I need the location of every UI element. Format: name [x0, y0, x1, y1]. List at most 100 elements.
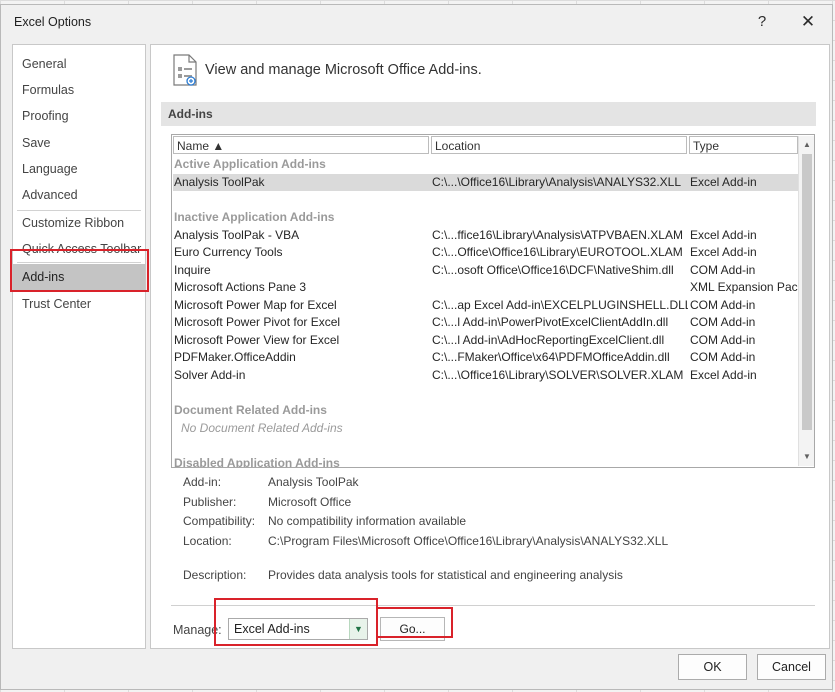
scroll-down-arrow-icon[interactable]: ▼ — [799, 449, 814, 465]
row-name: Microsoft Actions Pane 3 — [174, 280, 307, 294]
nav-item-save[interactable]: Save — [13, 130, 145, 156]
row-location: C:\...l Add-in\AdHocReportingExcelClient… — [432, 332, 665, 347]
detail-value: No compatibility information available — [268, 514, 467, 528]
empty-group-row: No Document Related Add-ins — [173, 420, 798, 438]
column-header-type[interactable]: Type — [689, 136, 798, 154]
group-header-inactive: Inactive Application Add-ins — [173, 209, 798, 227]
list-scrollbar[interactable]: ▲ ▼ — [798, 136, 814, 466]
row-type: COM Add-in — [690, 315, 756, 329]
row-location: C:\...ffice16\Library\Analysis\ATPVBAEN.… — [432, 227, 683, 242]
nav-item-general[interactable]: General — [13, 51, 145, 77]
row-location: C:\...l Add-in\PowerPivotExcelClientAddI… — [432, 315, 669, 329]
table-row[interactable]: PDFMaker.OfficeAddin C:\...FMaker\Office… — [173, 349, 798, 367]
add-ins-list[interactable]: Name ▲ Location Type Active Application … — [171, 134, 815, 468]
nav-divider — [17, 262, 141, 263]
group-label: Active Application Add-ins — [174, 157, 326, 171]
group-label: Document Related Add-ins — [174, 403, 327, 417]
help-button[interactable]: ? — [749, 11, 775, 33]
nav-item-customize-ribbon[interactable]: Customize Ribbon — [13, 210, 145, 236]
detail-location: Location: C:\Program Files\Microsoft Off… — [183, 532, 793, 551]
row-type: COM Add-in — [690, 350, 756, 364]
group-label: Inactive Application Add-ins — [174, 210, 335, 224]
table-row[interactable]: Analysis ToolPak C:\...\Office16\Library… — [173, 173, 798, 191]
table-row[interactable]: Solver Add-in C:\...\Office16\Library\SO… — [173, 367, 798, 385]
row-name: Microsoft Power Pivot for Excel — [174, 315, 341, 329]
detail-addin: Add-in: Analysis ToolPak — [183, 473, 793, 492]
row-location: C:\...osoft Office\Office16\DCF\NativeSh… — [432, 262, 674, 277]
add-ins-page-icon — [173, 54, 197, 86]
go-button[interactable]: Go... — [380, 617, 445, 641]
row-type: Excel Add-in — [690, 367, 757, 382]
excel-options-dialog: Excel Options ? ✕ General Formulas Proof… — [0, 4, 833, 690]
row-location: C:\...Office\Office16\Library\EUROTOOL.X… — [432, 245, 683, 259]
manage-dropdown-value: Excel Add-ins — [234, 622, 310, 636]
cancel-button[interactable]: Cancel — [757, 654, 826, 680]
nav-item-proofing[interactable]: Proofing — [13, 103, 145, 129]
detail-label: Publisher: — [183, 494, 237, 509]
detail-value: Provides data analysis tools for statist… — [268, 568, 623, 582]
row-name: Inquire — [174, 262, 211, 277]
close-button[interactable]: ✕ — [795, 11, 821, 33]
table-row[interactable]: Euro Currency Tools C:\...Office\Office1… — [173, 244, 798, 262]
row-name: Analysis ToolPak - VBA — [174, 227, 300, 242]
row-type: COM Add-in — [690, 297, 756, 312]
detail-publisher: Publisher: Microsoft Office — [183, 493, 793, 512]
detail-label: Description: — [183, 568, 247, 582]
detail-label: Location: — [183, 533, 232, 548]
detail-description: Description: Provides data analysis tool… — [183, 566, 793, 585]
column-header-name[interactable]: Name ▲ — [173, 136, 429, 154]
add-ins-panel: View and manage Microsoft Office Add-ins… — [150, 44, 830, 649]
table-row[interactable]: Microsoft Actions Pane 3 XML Expansion P… — [173, 279, 800, 297]
manage-label: Manage: — [173, 623, 222, 637]
options-nav: General Formulas Proofing Save Language … — [12, 44, 146, 649]
nav-item-quick-access-toolbar[interactable]: Quick Access Toolbar — [13, 236, 145, 262]
row-type: COM Add-in — [690, 332, 756, 347]
table-row[interactable]: Analysis ToolPak - VBA C:\...ffice16\Lib… — [173, 227, 798, 245]
nav-item-add-ins[interactable]: Add-ins — [13, 264, 145, 291]
detail-label: Add-in: — [183, 475, 222, 489]
row-name: Analysis ToolPak — [174, 174, 265, 189]
row-type: Excel Add-in — [690, 245, 757, 259]
nav-item-language[interactable]: Language — [13, 156, 145, 182]
table-row[interactable]: Microsoft Power Map for Excel C:\...ap E… — [173, 297, 798, 315]
manage-dropdown[interactable]: Excel Add-ins ▼ — [228, 618, 368, 640]
detail-value: C:\Program Files\Microsoft Office\Office… — [268, 533, 669, 548]
nav-item-formulas[interactable]: Formulas — [13, 77, 145, 103]
detail-value: Microsoft Office — [268, 494, 352, 509]
row-name: Euro Currency Tools — [174, 245, 283, 259]
row-type: Excel Add-in — [690, 227, 757, 242]
nav-item-trust-center[interactable]: Trust Center — [13, 291, 145, 317]
dialog-title: Excel Options — [14, 15, 92, 29]
row-type: XML Expansion Pack — [690, 280, 800, 294]
footer-divider — [171, 605, 815, 606]
row-name: Microsoft Power View for Excel — [174, 332, 340, 347]
group-label: Disabled Application Add-ins — [174, 455, 340, 468]
row-name: PDFMaker.OfficeAddin — [174, 350, 296, 364]
group-header-active: Active Application Add-ins — [173, 156, 798, 174]
page-heading: View and manage Microsoft Office Add-ins… — [205, 62, 482, 78]
row-location: C:\...FMaker\Office\x64\PDFMOfficeAddin.… — [432, 350, 670, 364]
table-row[interactable]: Microsoft Power Pivot for Excel C:\...l … — [173, 314, 798, 332]
row-location: C:\...\Office16\Library\SOLVER\SOLVER.XL… — [432, 367, 684, 382]
chevron-down-icon[interactable]: ▼ — [349, 619, 367, 639]
table-row[interactable]: Inquire C:\...osoft Office\Office16\DCF\… — [173, 262, 798, 280]
row-location: C:\...ap Excel Add-in\EXCELPLUGINSHELL.D… — [432, 297, 688, 312]
scrollbar-thumb[interactable] — [802, 154, 812, 430]
ok-button[interactable]: OK — [678, 654, 747, 680]
title-bar: Excel Options ? ✕ — [1, 5, 832, 39]
group-header-document: Document Related Add-ins — [173, 402, 798, 420]
section-header-add-ins: Add-ins — [161, 102, 816, 126]
detail-label: Compatibility: — [183, 514, 256, 528]
row-name: Solver Add-in — [174, 367, 246, 382]
detail-compatibility: Compatibility: No compatibility informat… — [183, 512, 793, 531]
group-header-disabled: Disabled Application Add-ins — [173, 455, 798, 468]
empty-message: No Document Related Add-ins — [181, 420, 343, 435]
nav-item-advanced[interactable]: Advanced — [13, 182, 145, 208]
detail-value: Analysis ToolPak — [268, 475, 359, 489]
scroll-up-arrow-icon[interactable]: ▲ — [799, 137, 814, 153]
row-location: C:\...\Office16\Library\Analysis\ANALYS3… — [432, 174, 682, 189]
column-header-location[interactable]: Location — [431, 136, 687, 154]
table-row[interactable]: Microsoft Power View for Excel C:\...l A… — [173, 332, 798, 350]
row-type: Excel Add-in — [690, 174, 757, 189]
row-type: COM Add-in — [690, 262, 756, 277]
